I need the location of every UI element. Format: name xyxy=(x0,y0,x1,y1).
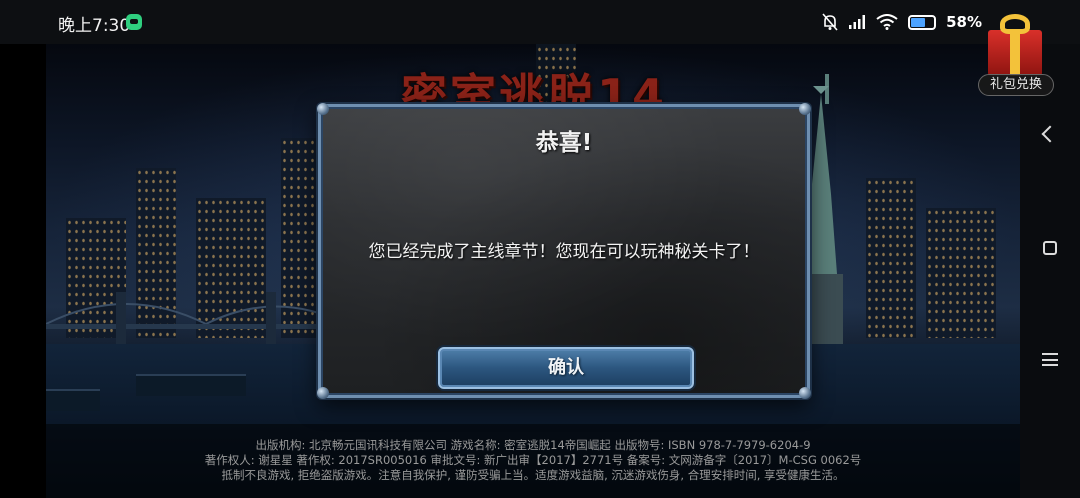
skyline-building xyxy=(926,208,996,338)
home-icon[interactable] xyxy=(1043,241,1057,255)
gift-ribbon xyxy=(1010,30,1020,76)
back-icon[interactable] xyxy=(1041,125,1059,143)
dialog-message: 您已经完成了主线章节！您现在可以玩神秘关卡了！ xyxy=(368,242,760,262)
chat-app-icon xyxy=(126,14,142,30)
gift-bow xyxy=(1000,14,1030,34)
menu-icon[interactable] xyxy=(1042,353,1058,366)
rivet xyxy=(317,103,329,115)
battery-icon xyxy=(908,14,937,30)
footer-line-health-notice: 抵制不良游戏, 拒绝盗版游戏。注意自我保护, 谨防受骗上当。适度游戏益脑, 沉迷… xyxy=(221,468,845,482)
footer-line-publisher: 出版机构: 北京畅元国讯科技有限公司 游戏名称: 密室逃脱14帝国崛起 出版物号… xyxy=(255,438,811,452)
status-icons: 58% xyxy=(822,10,982,34)
rivet xyxy=(799,387,811,399)
skyline-building xyxy=(866,178,916,338)
gift-redeem-button[interactable]: 礼包兑换 xyxy=(978,10,1054,96)
gift-redeem-label: 礼包兑换 xyxy=(978,74,1054,96)
battery-percent: 58% xyxy=(946,13,982,31)
boat xyxy=(46,389,100,411)
status-time: 晚上7:30 xyxy=(58,16,131,36)
signal-icon xyxy=(849,15,866,29)
wifi-icon xyxy=(876,14,898,30)
boat xyxy=(136,374,246,396)
rivet xyxy=(317,387,329,399)
legal-footer: 出版机构: 北京畅元国讯科技有限公司 游戏名称: 密室逃脱14帝国崛起 出版物号… xyxy=(46,438,1020,483)
status-bar: 晚上7:30 58% xyxy=(0,0,1080,44)
congrats-dialog: 恭喜! 您已经完成了主线章节！您现在可以玩神秘关卡了！ 确认 xyxy=(317,103,811,399)
confirm-button[interactable]: 确认 xyxy=(438,347,694,389)
dialog-title: 恭喜! xyxy=(535,130,593,156)
mute-bell-icon xyxy=(822,13,838,31)
rivet xyxy=(799,103,811,115)
battery-percent-value: 58 xyxy=(946,13,967,31)
battery-fill xyxy=(911,17,925,27)
system-nav-bar xyxy=(1020,44,1080,498)
footer-line-copyright: 著作权人: 谢星星 著作权: 2017SR005016 审批文号: 新广出审【2… xyxy=(204,453,862,467)
